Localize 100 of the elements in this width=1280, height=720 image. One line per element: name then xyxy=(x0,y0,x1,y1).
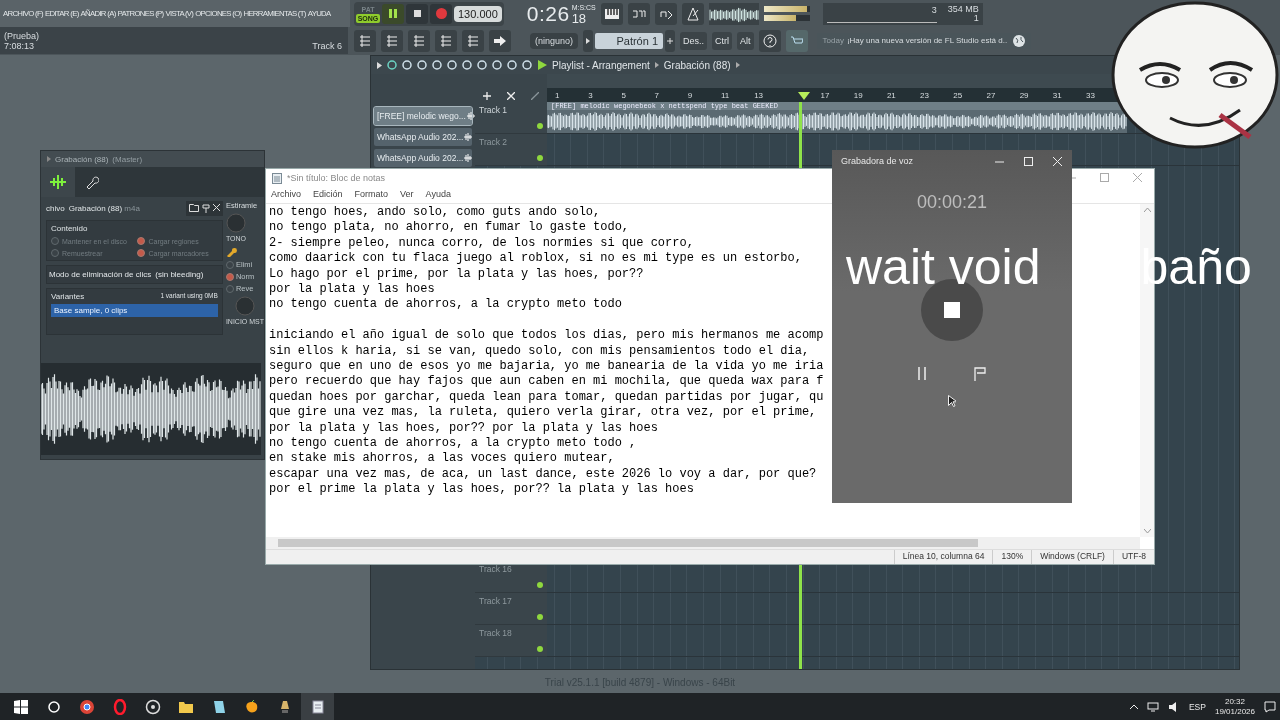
news-text[interactable]: Today ¡Hay una nueva versión de FL Studio está d.. xyxy=(822,36,1008,46)
sample-window-title: Grabación (88) xyxy=(55,154,109,164)
track-header[interactable]: Track 17 xyxy=(475,593,547,625)
caret-right-icon[interactable] xyxy=(377,61,382,69)
mixer-button[interactable] xyxy=(462,30,484,52)
text-line[interactable]: por la plata y las hoes xyxy=(269,282,435,298)
cart-icon xyxy=(790,36,803,46)
notepad-icon xyxy=(272,172,282,184)
bar-number: 3 xyxy=(588,91,594,102)
master-slider[interactable] xyxy=(763,6,810,12)
tempo-display[interactable]: 130.000 xyxy=(454,5,502,22)
stop-button[interactable] xyxy=(406,3,428,24)
audio-clip-source[interactable]: WhatsApp Audio 202... xyxy=(374,149,472,167)
caret-up-icon[interactable] xyxy=(1129,704,1138,709)
track-led-icon[interactable] xyxy=(537,646,543,652)
text-line[interactable]: iniciando el año igual de solo que todos los dias, pero mis hermanos me acomp xyxy=(269,328,824,344)
horizontal-scrollbar[interactable] xyxy=(266,537,1140,549)
bar-number: 23 xyxy=(920,91,930,102)
modifier-key-button[interactable]: Des.. xyxy=(680,32,708,50)
variant-item[interactable]: Base sample, 0 clips xyxy=(51,304,218,317)
text-line[interactable]: no tengo cuenta de ahorros, a la crypto meto todo , xyxy=(269,436,637,452)
text-line[interactable]: como daarick con tu flaca juego al roblox, si no es mi type es un estorbo, xyxy=(269,251,802,267)
window-title: *Sin título: Bloc de notas xyxy=(287,173,386,183)
arrow-right-button[interactable] xyxy=(489,30,511,52)
track-header[interactable]: Track 2 xyxy=(475,134,547,166)
text-line[interactable]: 2- siempre peleo, nunca corro, de los normies si que corro, xyxy=(269,235,694,252)
wait-input-button[interactable] xyxy=(654,2,677,25)
text-line[interactable]: por la plata y las hoes, por?? por la plata y las hoes xyxy=(269,420,658,437)
text-line[interactable]: en stake mis ahorros, a las voces quiero mutear, xyxy=(269,451,615,467)
wrench-icon[interactable] xyxy=(225,245,238,257)
bar-number: 1 xyxy=(555,91,561,102)
midi-input-dropdown[interactable]: (ninguno) xyxy=(530,33,579,49)
audio-clip-source[interactable]: [FREE] melodic wego... xyxy=(374,107,472,125)
modifier-key-button[interactable]: Alt xyxy=(737,32,754,50)
stop-icon xyxy=(944,302,960,318)
sample-tab[interactable] xyxy=(41,167,75,197)
track-name: Track 1 xyxy=(479,105,508,115)
help-button[interactable] xyxy=(758,30,781,52)
playlist-button[interactable] xyxy=(435,30,457,52)
keyboard-glyph-icon xyxy=(631,8,646,19)
clock[interactable]: 20:32 19/01/2026 xyxy=(1214,696,1255,717)
piano-keys-icon xyxy=(604,8,619,19)
browser-button[interactable] xyxy=(354,30,376,52)
text-line[interactable]: por el prime la plata y las hoes, por?? la plata y las hoes xyxy=(269,482,694,498)
text-line[interactable]: no tengo cuenta de ahorros, a la crypto meto todo xyxy=(269,297,622,313)
text-line[interactable]: que gire una vez mas, la ruleta, quiero verla girar, otra vez, por el prime, xyxy=(269,405,817,421)
menu-item[interactable]: Formato xyxy=(354,189,389,199)
declick-mode-value[interactable]: (sin bleeding) xyxy=(155,270,204,279)
song-position-marker-icon[interactable] xyxy=(797,92,810,100)
modifier-key-button[interactable]: Ctrl xyxy=(712,32,733,50)
flag-icon[interactable] xyxy=(974,367,986,381)
text-line[interactable]: sin ellos k haria, si se van, quedo solo, con mis pensamientos todo el dia, xyxy=(269,343,810,360)
bar-number: 33 xyxy=(1086,91,1096,102)
typing-keyboard-button[interactable] xyxy=(627,2,650,25)
metronome-button[interactable] xyxy=(681,2,704,25)
text-line[interactable]: escapar una vez mas, de aca, un last dance, este 2026 lo voy a dar, por que? xyxy=(269,466,817,483)
waveform-glyph-icon xyxy=(463,133,474,141)
text-line[interactable]: Lo hago por el prime, por la plata y las hoes, por?? xyxy=(269,266,644,283)
pause-button[interactable] xyxy=(382,3,404,24)
track-led-icon[interactable] xyxy=(537,582,543,588)
menu-item[interactable]: Archivo xyxy=(271,189,301,199)
globe-icon[interactable] xyxy=(1013,35,1026,47)
menu-item[interactable]: Ver xyxy=(400,189,414,199)
pattern-arrow-button[interactable] xyxy=(583,30,594,52)
scroll-up-icon xyxy=(1143,208,1151,212)
add-pattern-button[interactable] xyxy=(665,30,676,52)
track-led-icon[interactable] xyxy=(537,155,543,161)
folder-icon[interactable] xyxy=(188,204,199,212)
track-led-icon[interactable] xyxy=(537,123,543,129)
pause-icon[interactable] xyxy=(918,367,926,380)
text-line[interactable]: no tengo hoes, ando solo, como guts ando solo, xyxy=(269,205,601,221)
network-icon[interactable] xyxy=(1146,701,1159,712)
caret-right-icon xyxy=(586,38,591,44)
master-slider[interactable] xyxy=(763,15,810,21)
shop-button[interactable] xyxy=(785,30,808,52)
text-line[interactable]: quedan hoes por garchar, queda lean para tomar, quedan partidas por jugar, qu xyxy=(269,389,824,406)
input-language[interactable]: ESP xyxy=(1188,701,1206,712)
track-header[interactable]: Track 18 xyxy=(475,625,547,657)
file-name: Grabación (88) m4a xyxy=(68,204,140,213)
pattern-selector[interactable]: Patrón 1 xyxy=(595,33,664,49)
track-led-icon[interactable] xyxy=(537,614,543,620)
text-line[interactable]: pero recuerdo que hay fajos que aun caben en mi mochila, que queda wax para f xyxy=(269,374,824,390)
plus-icon[interactable] xyxy=(483,92,491,100)
text-line[interactable]: seguro que en uno de esos yo me bajaria, yo me banearia de la vida yo me iria xyxy=(269,359,824,375)
text-line[interactable]: no tengo plata, no ahorro, en fumar lo gaste todo, xyxy=(269,220,630,236)
notification-icon[interactable] xyxy=(1264,700,1276,713)
playlist-breadcrumb[interactable]: Grabación (88) xyxy=(663,59,731,71)
audio-clip-source[interactable]: WhatsApp Audio 202... xyxy=(374,128,472,146)
menu-item[interactable]: Ayuda xyxy=(425,189,451,199)
piano-roll-button[interactable] xyxy=(408,30,430,52)
piano-keys-button[interactable] xyxy=(600,2,623,25)
scroll-down-icon xyxy=(1143,529,1151,533)
pencil-icon[interactable] xyxy=(531,92,539,100)
bar-number: 21 xyxy=(886,91,897,102)
track-name: Track 17 xyxy=(479,596,512,606)
menu-item[interactable]: Edición xyxy=(313,189,343,199)
track-header[interactable]: Track 1 xyxy=(475,102,547,134)
taskbar-app-button[interactable] xyxy=(301,693,334,720)
channel-rack-button[interactable] xyxy=(381,30,403,52)
pin-icon[interactable] xyxy=(201,204,210,213)
